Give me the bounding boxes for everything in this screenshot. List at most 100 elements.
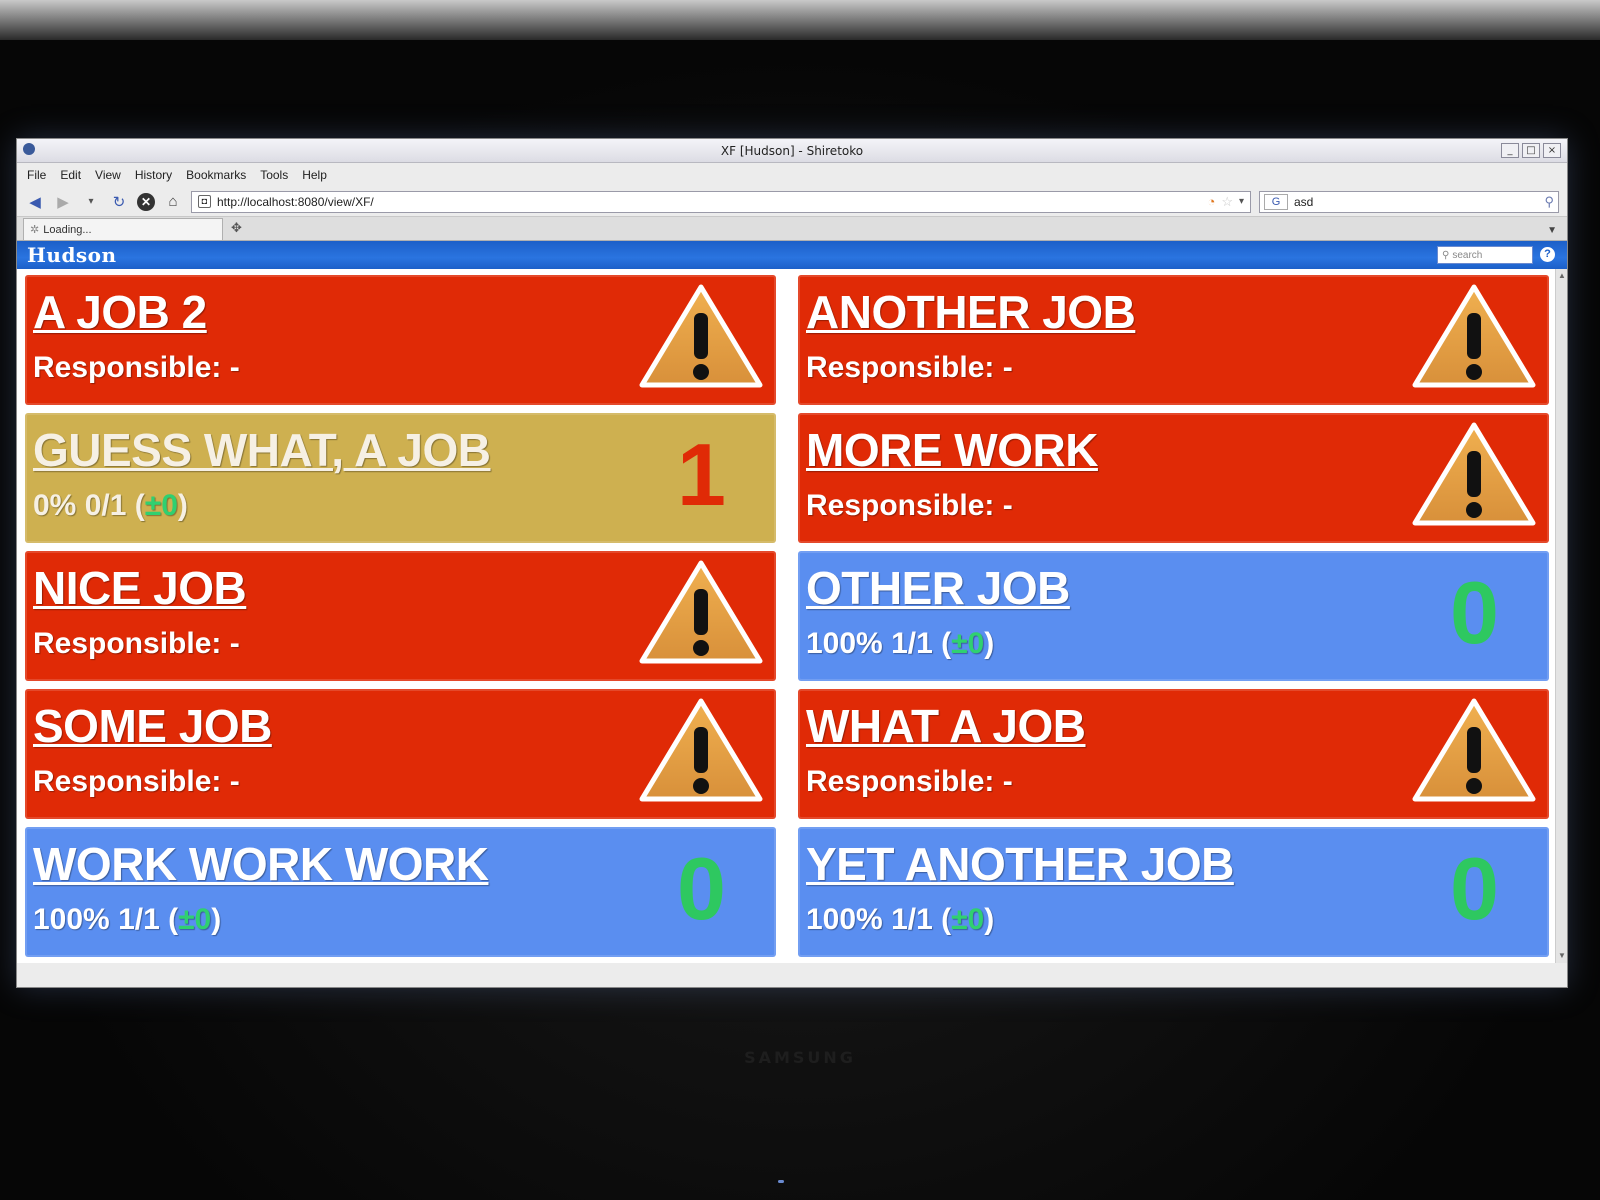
window-controls: _ □ × [1501, 143, 1561, 158]
menu-view[interactable]: View [95, 168, 121, 182]
job-stats-delta: ±0 [178, 903, 212, 936]
warning-icon [636, 557, 766, 669]
loading-spinner-icon: ✲ [30, 224, 40, 236]
job-tile-a-job-2[interactable]: A JOB 2 Responsible: - [25, 275, 776, 405]
new-tab-icon[interactable]: ✥ [231, 220, 242, 236]
job-stats-prefix: 0% 0/1 ( [33, 489, 145, 522]
warning-icon [1409, 419, 1539, 531]
history-dropdown-icon[interactable]: ▾ [81, 192, 101, 212]
job-tile-yet-another-job[interactable]: YET ANOTHER JOB 100% 1/1 (±0) 0 [798, 827, 1549, 957]
job-tile-other-job[interactable]: OTHER JOB 100% 1/1 (±0) 0 [798, 551, 1549, 681]
job-responsible: Responsible: - [33, 627, 240, 660]
search-go-icon[interactable]: ⚲ [1544, 194, 1554, 210]
job-tile-more-work[interactable]: MORE WORK Responsible: - [798, 413, 1549, 543]
job-name-link[interactable]: SOME JOB [33, 699, 272, 753]
job-stats-prefix: 100% 1/1 ( [33, 903, 179, 936]
job-stats-delta: ±0 [951, 627, 985, 660]
job-tile-guess-what-a-job[interactable]: GUESS WHAT, A JOB 0% 0/1 (±0) 1 [25, 413, 776, 543]
job-name-link[interactable]: YET ANOTHER JOB [806, 837, 1234, 891]
site-identity-icon[interactable]: ◘ [198, 195, 211, 208]
hudson-header: Hudson ⚲ search ? [17, 241, 1567, 269]
menu-file[interactable]: File [27, 168, 46, 182]
back-arrow-icon[interactable]: ◀ [25, 192, 45, 212]
tab-loading[interactable]: ✲ Loading... [23, 218, 223, 240]
stop-icon[interactable]: ✕ [137, 192, 155, 211]
job-tile-nice-job[interactable]: NICE JOB Responsible: - [25, 551, 776, 681]
window-title: XF [Hudson] - Shiretoko [720, 144, 864, 158]
menu-edit[interactable]: Edit [60, 168, 81, 182]
page-content: Hudson ⚲ search ? A JOB 2 Responsible: -A… [17, 241, 1567, 963]
job-name-link[interactable]: A JOB 2 [33, 285, 207, 339]
job-stats-prefix: 100% 1/1 ( [806, 627, 952, 660]
job-test-stats: 100% 1/1 (±0) [33, 903, 221, 937]
scroll-up-icon[interactable]: ▲ [1557, 271, 1567, 281]
job-grid: A JOB 2 Responsible: - ANOTHER JOB Responsi… [25, 275, 1549, 957]
search-bar[interactable]: G asd ⚲ [1259, 190, 1559, 213]
reload-icon[interactable]: ↻ [109, 192, 129, 212]
vertical-scrollbar[interactable]: ▲ ▼ [1555, 269, 1567, 963]
scroll-down-icon[interactable]: ▼ [1557, 951, 1567, 961]
job-stats-suffix: ) [211, 903, 222, 936]
address-url[interactable]: http://localhost:8080/view/XF/ [217, 195, 1201, 209]
menu-help[interactable]: Help [302, 168, 327, 182]
menu-history[interactable]: History [135, 168, 172, 182]
job-responsible: Responsible: - [806, 765, 1013, 798]
job-responsible: Responsible: - [33, 351, 240, 384]
bookmark-star-icon[interactable]: ☆ [1221, 194, 1233, 210]
warning-icon [636, 281, 766, 393]
job-responsible: Responsible: - [33, 765, 240, 798]
browser-window: XF [Hudson] - Shiretoko _ □ × File Edit … [16, 138, 1568, 988]
hudson-search-input[interactable]: ⚲ search [1437, 246, 1533, 264]
job-stats-suffix: ) [984, 903, 995, 936]
hudson-search-placeholder: search [1452, 249, 1483, 261]
close-button[interactable]: × [1543, 143, 1561, 158]
tv-power-led [778, 1180, 784, 1183]
job-stats-suffix: ) [984, 627, 995, 660]
search-icon: ⚲ [1442, 249, 1450, 261]
tab-list-chevron-icon[interactable]: ▼ [1547, 225, 1557, 236]
job-stats-suffix: ) [177, 489, 188, 522]
job-tile-what-a-job[interactable]: WHAT A JOB Responsible: - [798, 689, 1549, 819]
warning-icon [636, 695, 766, 807]
address-bar[interactable]: ◘ http://localhost:8080/view/XF/ ◔ ☆ ▾ [191, 190, 1251, 213]
job-responsible: Responsible: - [806, 351, 1013, 384]
job-name-link[interactable]: MORE WORK [806, 423, 1098, 477]
search-input[interactable]: asd [1294, 195, 1538, 209]
menu-bookmarks[interactable]: Bookmarks [186, 168, 246, 182]
warning-icon [1409, 281, 1539, 393]
job-tile-work-work-work[interactable]: WORK WORK WORK 100% 1/1 (±0) 0 [25, 827, 776, 957]
tab-strip: ✲ Loading... ✥ ▼ [17, 217, 1567, 241]
menu-bar: File Edit View History Bookmarks Tools H… [17, 163, 1567, 187]
job-name-link[interactable]: ANOTHER JOB [806, 285, 1136, 339]
job-failure-count: 1 [677, 425, 726, 524]
job-failure-count: 0 [677, 839, 726, 938]
tab-label: Loading... [43, 223, 92, 236]
job-test-stats: 100% 1/1 (±0) [806, 627, 994, 661]
job-tile-some-job[interactable]: SOME JOB Responsible: - [25, 689, 776, 819]
forward-arrow-icon[interactable]: ▶ [53, 192, 73, 212]
job-failure-count: 0 [1450, 563, 1499, 662]
job-name-link[interactable]: WHAT A JOB [806, 699, 1086, 753]
job-name-link[interactable]: NICE JOB [33, 561, 247, 615]
window-titlebar: XF [Hudson] - Shiretoko _ □ × [17, 139, 1567, 163]
help-icon[interactable]: ? [1540, 247, 1555, 262]
tv-brand-logo: SAMSUNG [744, 1048, 856, 1067]
maximize-button[interactable]: □ [1522, 143, 1540, 158]
search-engine-icon[interactable]: G [1264, 193, 1288, 210]
job-name-link[interactable]: OTHER JOB [806, 561, 1070, 615]
home-icon[interactable]: ⌂ [163, 192, 183, 212]
menu-tools[interactable]: Tools [260, 168, 288, 182]
navigation-toolbar: ◀ ▶ ▾ ↻ ✕ ⌂ ◘ http://localhost:8080/view… [17, 187, 1567, 217]
hudson-logo[interactable]: Hudson [27, 243, 117, 267]
job-stats-delta: ±0 [951, 903, 985, 936]
job-tile-another-job[interactable]: ANOTHER JOB Responsible: - [798, 275, 1549, 405]
url-dropdown-icon[interactable]: ▾ [1239, 196, 1244, 207]
job-name-link[interactable]: WORK WORK WORK [33, 837, 489, 891]
job-test-stats: 0% 0/1 (±0) [33, 489, 188, 523]
rss-feed-icon[interactable]: ◔ [1207, 194, 1215, 209]
job-failure-count: 0 [1450, 839, 1499, 938]
job-name-link[interactable]: GUESS WHAT, A JOB [33, 423, 491, 477]
warning-icon [1409, 695, 1539, 807]
minimize-button[interactable]: _ [1501, 143, 1519, 158]
job-test-stats: 100% 1/1 (±0) [806, 903, 994, 937]
